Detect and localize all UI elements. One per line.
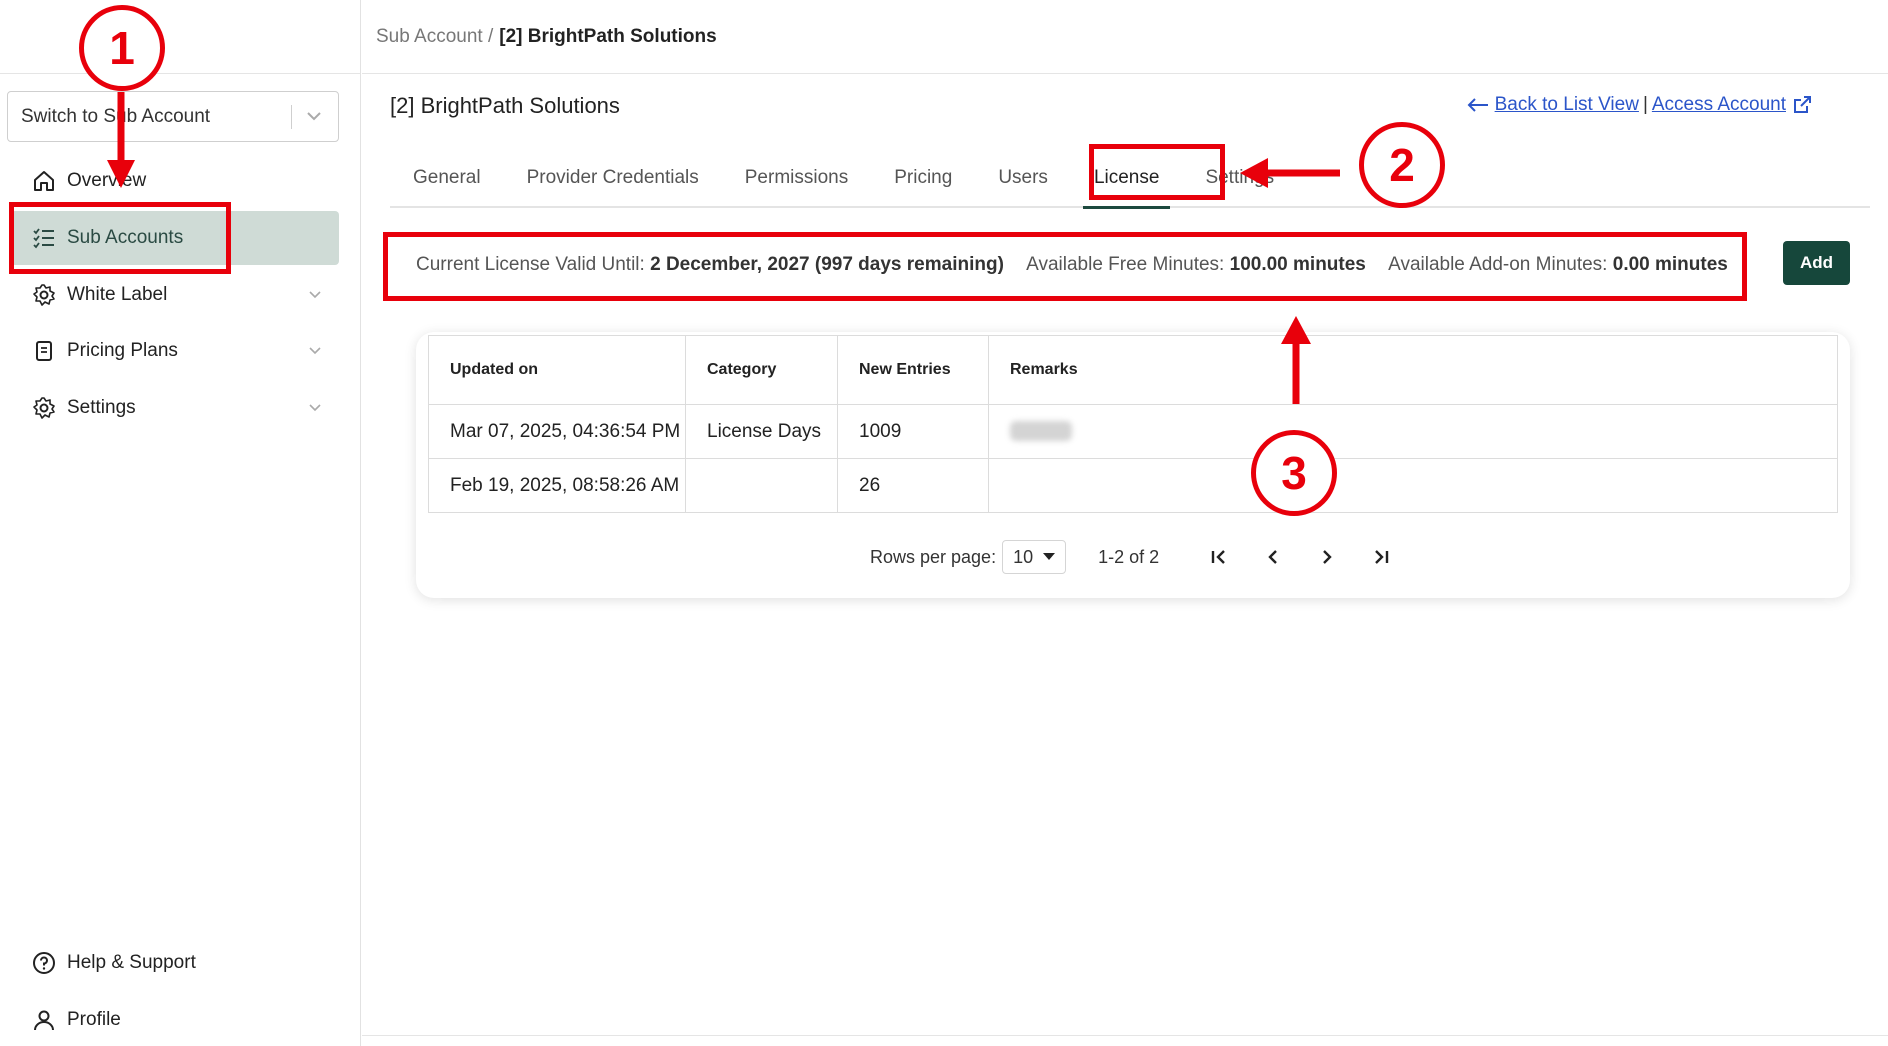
sidebar-item-pricing-plans[interactable]: Pricing Plans [11,324,339,378]
pagination: Rows per page: 10 1-2 of 2 [870,540,1393,574]
sidebar-item-overview[interactable]: Overview [11,154,339,208]
cell-remarks [989,459,1838,513]
external-link-icon[interactable] [1792,95,1812,115]
chevron-down-icon [309,291,321,299]
gear-icon [31,395,57,421]
annotation-box-license-summary [383,232,1747,301]
breadcrumb: Sub Account / [2] BrightPath Solutions [362,0,1888,74]
sidebar-item-label: White Label [67,284,168,305]
chevron-down-icon [309,404,321,412]
sidebar: Switch to Sub Account Overview Sub Accou… [0,0,361,1046]
license-history-table: Updated on Category New Entries Remarks … [428,335,1838,513]
caret-down-icon [1043,553,1056,560]
footer-divider [362,1035,1888,1036]
tab-provider-credentials[interactable]: Provider Credentials [504,150,722,206]
tab-general[interactable]: General [390,150,504,206]
rows-per-page-value: 10 [1013,546,1034,567]
sidebar-item-white-label[interactable]: White Label [11,268,339,322]
sidebar-item-help-support[interactable]: Help & Support [11,936,339,990]
cell-new-entries: 26 [837,458,989,513]
column-header[interactable]: Category [685,335,838,405]
annotation-badge-3: 3 [1251,430,1337,516]
tab-permissions[interactable]: Permissions [722,150,871,206]
cell-remarks [988,404,1838,459]
arrow-left-icon[interactable] [1467,97,1489,113]
sidebar-item-label: Overview [67,170,147,191]
document-icon [31,338,57,364]
access-account-link[interactable]: Access Account [1652,94,1786,116]
column-header[interactable]: Updated on [428,335,686,405]
tab-users[interactable]: Users [975,150,1071,206]
sidebar-item-label: Profile [67,1009,121,1030]
sub-account-switcher[interactable]: Switch to Sub Account [7,91,339,142]
cell-category [685,458,838,513]
annotation-badge-2: 2 [1359,122,1445,208]
add-button[interactable]: Add [1783,241,1850,285]
back-to-list-link[interactable]: Back to List View [1495,94,1639,116]
chevron-down-icon[interactable] [304,106,324,126]
rows-per-page-label: Rows per page: [870,546,997,567]
cell-updated-on: Mar 07, 2025, 04:36:54 PM [428,404,686,459]
help-icon [31,950,57,976]
rows-per-page-select[interactable]: 10 [1002,540,1067,574]
sidebar-item-label: Settings [67,397,136,418]
switcher-divider [291,105,292,129]
previous-page-icon[interactable] [1261,545,1285,569]
sidebar-item-label: Help & Support [67,952,196,973]
table-row: Feb 19, 2025, 08:58:26 AM 26 [428,458,1838,513]
annotation-box-sub-accounts [9,202,231,274]
page-title: [2] BrightPath Solutions [390,93,620,118]
sidebar-item-profile[interactable]: Profile [11,993,339,1046]
annotation-box-license-tab [1089,144,1225,200]
breadcrumb-current: [2] BrightPath Solutions [499,25,717,47]
cell-new-entries: 1009 [837,404,989,459]
switcher-label: Switch to Sub Account [21,105,211,127]
column-header[interactable]: New Entries [837,335,989,405]
header-links: Back to List View | Access Account [1467,94,1812,116]
license-history-card: Updated on Category New Entries Remarks … [416,332,1850,598]
chevron-down-icon [309,347,321,355]
breadcrumb-parent[interactable]: Sub Account / [376,26,493,48]
annotation-badge-1: 1 [79,5,165,91]
sidebar-item-label: Pricing Plans [67,340,178,361]
cell-category: License Days [685,404,838,459]
pagination-range: 1-2 of 2 [1098,546,1160,567]
first-page-icon[interactable] [1207,545,1231,569]
user-icon [31,1007,57,1033]
redacted-remark [1010,421,1072,442]
sidebar-item-settings[interactable]: Settings [11,381,339,435]
last-page-icon[interactable] [1369,545,1393,569]
sidebar-logo-area [0,0,360,74]
table-header-row: Updated on Category New Entries Remarks [428,335,1838,405]
cell-updated-on: Feb 19, 2025, 08:58:26 AM [428,458,686,513]
table-row: Mar 07, 2025, 04:36:54 PM License Days 1… [428,404,1838,459]
link-separator: | [1642,94,1648,115]
gear-icon [31,282,57,308]
tab-pricing[interactable]: Pricing [871,150,975,206]
next-page-icon[interactable] [1315,545,1339,569]
column-header[interactable]: Remarks [988,335,1838,405]
home-icon [31,168,57,194]
